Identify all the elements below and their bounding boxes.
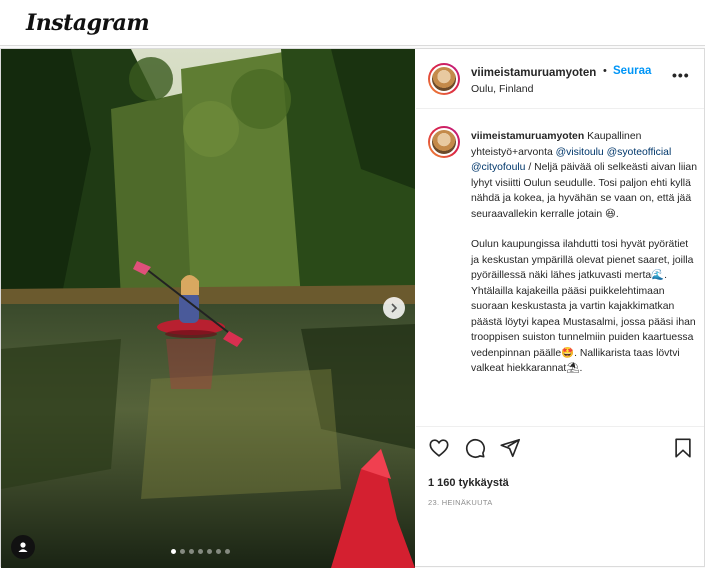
header-username[interactable]: viimeistamuruamyoten: [471, 67, 596, 79]
post-actions: 1 160 tykkäystä 23. HEINÄKUUTA: [416, 426, 704, 568]
user-tag-button[interactable]: [11, 535, 35, 559]
caption-avatar[interactable]: [428, 126, 460, 158]
carousel-dot: [198, 549, 203, 554]
caption-text: viimeistamuruamyoten Kaupallinen yhteist…: [471, 129, 699, 392]
carousel-dot: [225, 549, 230, 554]
mention-syoteofficial[interactable]: @syoteofficial: [607, 147, 672, 158]
follow-button[interactable]: Seuraa: [613, 65, 651, 77]
post-sidebar: viimeistamuruamyoten • Seuraa Oulu, Finl…: [416, 49, 704, 568]
comment-button[interactable]: [464, 437, 486, 459]
likes-count[interactable]: 1 160 tykkäystä: [428, 477, 509, 489]
carousel-dot: [171, 549, 176, 554]
post-header: viimeistamuruamyoten • Seuraa Oulu, Finl…: [416, 49, 704, 109]
instagram-logo[interactable]: Instagram: [26, 10, 150, 36]
heart-icon: [429, 439, 449, 457]
comment-icon: [465, 438, 485, 458]
share-button[interactable]: [499, 437, 521, 459]
bookmark-icon: [675, 438, 691, 458]
chevron-right-icon: [391, 303, 398, 313]
post-container: viimeistamuruamyoten • Seuraa Oulu, Finl…: [0, 48, 705, 568]
save-button[interactable]: [672, 437, 694, 459]
top-bar: Instagram: [0, 0, 705, 46]
share-icon: [500, 438, 520, 458]
user-tag-icon: [18, 542, 28, 552]
caption-area: viimeistamuruamyoten Kaupallinen yhteist…: [416, 110, 704, 426]
mention-cityofoulu[interactable]: @cityofoulu: [471, 162, 525, 173]
carousel-dot: [216, 549, 221, 554]
caption-paragraph-3: Yhtälailla kajakeilla pääsi puikkelehtim…: [471, 285, 696, 375]
carousel-dot: [180, 549, 185, 554]
avatar[interactable]: [428, 63, 460, 95]
separator-dot: •: [603, 65, 607, 77]
post-date[interactable]: 23. HEINÄKUUTA: [428, 498, 493, 507]
caption-paragraph-2: Oulun kaupungissa ilahdutti tosi hyvät p…: [471, 239, 694, 281]
location-link[interactable]: Oulu, Finland: [471, 83, 533, 95]
post-photo[interactable]: [1, 49, 415, 568]
carousel-dot: [189, 549, 194, 554]
like-button[interactable]: [428, 437, 450, 459]
carousel-dots: [171, 549, 230, 554]
mention-visitoulu[interactable]: @visitoulu: [556, 147, 604, 158]
next-image-button[interactable]: [383, 297, 405, 319]
caption-username[interactable]: viimeistamuruamyoten: [471, 131, 584, 142]
carousel-dot: [207, 549, 212, 554]
more-options-button[interactable]: •••: [672, 67, 690, 83]
kayak-photo-image: [1, 49, 415, 568]
